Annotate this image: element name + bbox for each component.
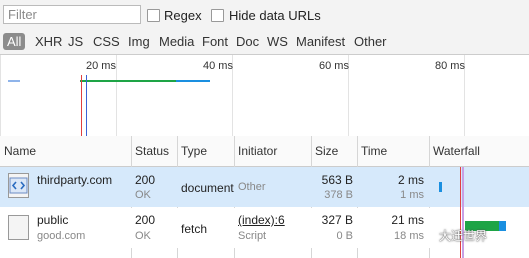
waterfall-dom-line — [462, 167, 464, 258]
type-filter-doc[interactable]: Doc — [233, 33, 262, 50]
document-icon — [8, 173, 29, 198]
type-filter-all[interactable]: All — [3, 33, 26, 50]
type-filter-media[interactable]: Media — [156, 33, 197, 50]
request-status-text: OK — [135, 189, 151, 201]
regex-label: Regex — [164, 8, 202, 23]
request-table-header: Name Status Type Initiator Size Time Wat… — [0, 136, 529, 167]
column-time[interactable]: Time — [357, 136, 429, 166]
column-size[interactable]: Size — [311, 136, 357, 166]
waterfall-bar[interactable] — [439, 182, 442, 192]
table-row[interactable]: thirdparty.com 200 OK document Other 563… — [0, 167, 529, 207]
request-content-size: 0 B — [336, 230, 353, 242]
request-time: 21 ms — [391, 213, 424, 227]
type-filter-img[interactable]: Img — [125, 33, 153, 50]
type-filter-ws[interactable]: WS — [264, 33, 291, 50]
request-size: 327 B — [321, 213, 353, 227]
overview-request-bar — [8, 80, 20, 82]
load-event-line — [81, 75, 82, 136]
type-filter-manifest[interactable]: Manifest — [293, 33, 348, 50]
filter-input[interactable] — [3, 5, 141, 24]
watermark-text: 大迁世界 — [439, 229, 488, 243]
type-filter-js[interactable]: JS — [65, 33, 86, 50]
request-status: 200 — [135, 213, 156, 227]
overview-tick-label: 40 ms — [203, 60, 233, 72]
overview-request-bar — [80, 80, 176, 82]
type-filter-bar: All XHR JS CSS Img Media Font Doc WS Man… — [0, 30, 529, 55]
overview-tick-label: 80 ms — [435, 60, 465, 72]
overview-tick-label: 20 ms — [86, 60, 116, 72]
request-content-size: 378 B — [324, 189, 353, 201]
request-latency: 1 ms — [400, 189, 424, 201]
waterfall-load-line — [460, 167, 461, 258]
column-initiator[interactable]: Initiator — [234, 136, 311, 166]
request-status-text: OK — [135, 230, 151, 242]
blank-file-icon — [8, 215, 29, 240]
hide-data-urls-label: Hide data URLs — [229, 8, 321, 23]
column-status[interactable]: Status — [131, 136, 177, 166]
request-name: public — [37, 213, 69, 227]
overview-gridline — [0, 55, 1, 136]
overview-tick-label: 60 ms — [319, 60, 349, 72]
request-status: 200 — [135, 173, 156, 187]
column-type[interactable]: Type — [177, 136, 234, 166]
request-initiator-type: Script — [238, 230, 267, 242]
request-initiator: Other — [238, 181, 266, 193]
filter-toolbar: Regex Hide data URLs — [0, 0, 529, 31]
type-filter-css[interactable]: CSS — [90, 33, 123, 50]
type-filter-xhr[interactable]: XHR — [32, 33, 65, 50]
request-domain: good.com — [37, 230, 86, 242]
timeline-overview[interactable]: 20 ms 40 ms 60 ms 80 ms — [0, 55, 529, 137]
request-size: 563 B — [321, 173, 353, 187]
type-filter-other[interactable]: Other — [351, 33, 390, 50]
waterfall-bar-download[interactable] — [499, 221, 506, 231]
request-name: thirdparty.com — [37, 173, 113, 187]
dom-content-loaded-line — [86, 75, 87, 136]
request-latency: 18 ms — [394, 230, 424, 242]
overview-gridline — [116, 55, 117, 136]
initiator-link[interactable]: (index):6 — [238, 213, 285, 227]
column-name[interactable]: Name — [0, 136, 133, 166]
request-type: fetch — [181, 222, 208, 236]
hide-data-urls-checkbox[interactable] — [211, 9, 224, 22]
regex-checkbox[interactable] — [147, 9, 160, 22]
type-filter-font[interactable]: Font — [199, 33, 231, 50]
column-waterfall[interactable]: Waterfall — [429, 136, 529, 166]
request-type: document — [181, 181, 234, 195]
request-time: 2 ms — [397, 173, 424, 187]
overview-request-bar — [176, 80, 210, 82]
